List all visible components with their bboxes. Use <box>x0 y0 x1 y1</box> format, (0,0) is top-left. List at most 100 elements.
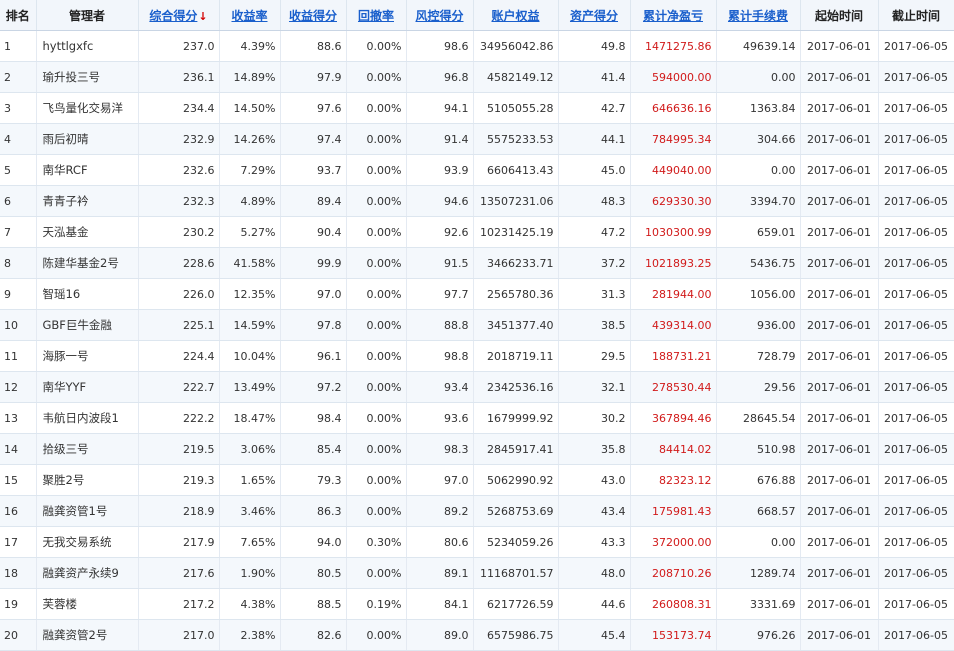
end-time-cell: 2017-06-05 <box>878 30 954 62</box>
drawdown-cell: 0.00% <box>346 309 407 341</box>
sort-cum-fee-link[interactable]: 累计手续费 <box>728 9 788 23</box>
total-score-cell: 222.2 <box>138 402 220 434</box>
header-equity[interactable]: 账户权益 <box>473 0 559 31</box>
equity-cell: 2342536.16 <box>473 371 559 403</box>
total-score-cell: 232.9 <box>138 123 220 155</box>
asset-score-cell: 43.0 <box>558 464 631 496</box>
end-time-cell: 2017-06-05 <box>878 588 954 620</box>
equity-cell: 3466233.71 <box>473 247 559 279</box>
sort-total-score-link[interactable]: 综合得分 <box>149 9 197 23</box>
sort-return-score-link[interactable]: 收益得分 <box>289 9 337 23</box>
sort-cum-pnl-link[interactable]: 累计净盈亏 <box>643 9 703 23</box>
return-score-cell: 88.6 <box>280 30 347 62</box>
header-cum-fee[interactable]: 累计手续费 <box>716 0 801 31</box>
equity-cell: 1679999.92 <box>473 402 559 434</box>
start-time-cell: 2017-06-01 <box>800 619 879 651</box>
asset-score-cell: 44.1 <box>558 123 631 155</box>
total-score-cell: 217.6 <box>138 557 220 589</box>
table-row: 18 融龚资产永续9 217.6 1.90% 80.5 0.00% 89.1 11168701… <box>0 557 954 589</box>
sort-equity-link[interactable]: 账户权益 <box>491 9 539 23</box>
header-start-time-label: 起始时间 <box>814 8 863 23</box>
start-time-cell: 2017-06-01 <box>800 309 879 341</box>
cum-fee-cell: 29.56 <box>716 371 801 403</box>
equity-cell: 6606413.43 <box>473 154 559 186</box>
header-asset-score[interactable]: 资产得分 <box>558 0 631 31</box>
rank-cell: 2 <box>0 61 37 93</box>
total-score-cell: 228.6 <box>138 247 220 279</box>
total-score-cell: 224.4 <box>138 340 220 372</box>
return-score-cell: 86.3 <box>280 495 347 527</box>
manager-cell: 雨后初晴 <box>36 123 139 155</box>
cum-pnl-cell: 278530.44 <box>630 371 717 403</box>
sort-asset-score-link[interactable]: 资产得分 <box>570 9 618 23</box>
return-rate-cell: 14.59% <box>219 309 281 341</box>
return-rate-cell: 41.58% <box>219 247 281 279</box>
header-drawdown[interactable]: 回撤率 <box>346 0 407 31</box>
asset-score-cell: 45.4 <box>558 619 631 651</box>
start-time-cell: 2017-06-01 <box>800 61 879 93</box>
cum-fee-cell: 668.57 <box>716 495 801 527</box>
rank-cell: 7 <box>0 216 37 248</box>
cum-fee-cell: 3331.69 <box>716 588 801 620</box>
header-return-rate[interactable]: 收益率 <box>219 0 281 31</box>
drawdown-cell: 0.00% <box>346 557 407 589</box>
return-rate-cell: 5.27% <box>219 216 281 248</box>
header-manager: 管理者 <box>36 0 139 31</box>
cum-pnl-cell: 1021893.25 <box>630 247 717 279</box>
rank-cell: 4 <box>0 123 37 155</box>
drawdown-cell: 0.30% <box>346 526 407 558</box>
table-row: 5 南华RCF 232.6 7.29% 93.7 0.00% 93.9 6606413.43 4… <box>0 154 954 186</box>
rank-cell: 20 <box>0 619 37 651</box>
asset-score-cell: 38.5 <box>558 309 631 341</box>
manager-cell: 南华YYF <box>36 371 139 403</box>
asset-score-cell: 31.3 <box>558 278 631 310</box>
risk-score-cell: 89.2 <box>406 495 474 527</box>
header-return-score[interactable]: 收益得分 <box>280 0 347 31</box>
cum-fee-cell: 5436.75 <box>716 247 801 279</box>
return-score-cell: 97.8 <box>280 309 347 341</box>
start-time-cell: 2017-06-01 <box>800 92 879 124</box>
table-row: 19 芙蓉楼 217.2 4.38% 88.5 0.19% 84.1 6217726.59 44… <box>0 588 954 620</box>
drawdown-cell: 0.00% <box>346 216 407 248</box>
asset-score-cell: 47.2 <box>558 216 631 248</box>
header-cum-pnl[interactable]: 累计净盈亏 <box>630 0 717 31</box>
sort-return-rate-link[interactable]: 收益率 <box>231 9 267 23</box>
manager-cell: 融龚资管2号 <box>36 619 139 651</box>
risk-score-cell: 89.1 <box>406 557 474 589</box>
drawdown-cell: 0.00% <box>346 61 407 93</box>
drawdown-cell: 0.00% <box>346 340 407 372</box>
sort-drawdown-link[interactable]: 回撤率 <box>358 9 394 23</box>
rank-cell: 8 <box>0 247 37 279</box>
total-score-cell: 217.9 <box>138 526 220 558</box>
sort-risk-score-link[interactable]: 风控得分 <box>415 9 463 23</box>
manager-cell: 陈建华基金2号 <box>36 247 139 279</box>
cum-pnl-cell: 1030300.99 <box>630 216 717 248</box>
total-score-cell: 225.1 <box>138 309 220 341</box>
drawdown-cell: 0.00% <box>346 433 407 465</box>
return-rate-cell: 14.26% <box>219 123 281 155</box>
rank-cell: 1 <box>0 30 37 62</box>
table-row: 17 无我交易系统 217.9 7.65% 94.0 0.30% 80.6 5234059.2… <box>0 526 954 558</box>
return-score-cell: 98.4 <box>280 402 347 434</box>
total-score-cell: 219.3 <box>138 464 220 496</box>
cum-fee-cell: 676.88 <box>716 464 801 496</box>
cum-pnl-cell: 372000.00 <box>630 526 717 558</box>
table-row: 6 青青子衿 232.3 4.89% 89.4 0.00% 94.6 13507231.06 4… <box>0 185 954 217</box>
end-time-cell: 2017-06-05 <box>878 154 954 186</box>
table-row: 15 聚胜2号 219.3 1.65% 79.3 0.00% 97.0 5062990.92 4… <box>0 464 954 496</box>
drawdown-cell: 0.00% <box>346 30 407 62</box>
drawdown-cell: 0.19% <box>346 588 407 620</box>
header-risk-score[interactable]: 风控得分 <box>406 0 474 31</box>
header-end-time: 截止时间 <box>878 0 954 31</box>
end-time-cell: 2017-06-05 <box>878 526 954 558</box>
return-rate-cell: 7.65% <box>219 526 281 558</box>
manager-cell: 融龚资产永续9 <box>36 557 139 589</box>
rank-cell: 6 <box>0 185 37 217</box>
risk-score-cell: 98.8 <box>406 340 474 372</box>
total-score-cell: 219.5 <box>138 433 220 465</box>
risk-score-cell: 97.0 <box>406 464 474 496</box>
cum-pnl-cell: 188731.21 <box>630 340 717 372</box>
risk-score-cell: 91.5 <box>406 247 474 279</box>
rank-cell: 9 <box>0 278 37 310</box>
header-total-score[interactable]: 综合得分↓ <box>138 0 220 31</box>
